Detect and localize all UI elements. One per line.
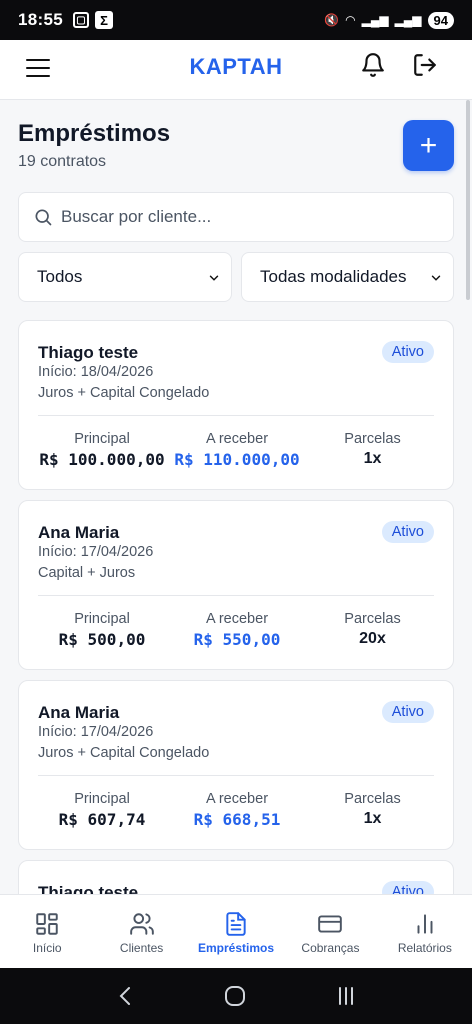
nav-item-clientes[interactable]: Clientes	[94, 895, 188, 968]
search-input[interactable]	[61, 207, 453, 227]
card-divider	[38, 775, 434, 776]
installments-value: 1x	[363, 450, 382, 467]
status-badge: Ativo	[381, 701, 434, 723]
loan-card[interactable]: Ana Maria Início: 17/04/2026 Juros + Cap…	[18, 680, 454, 850]
brand-logo: KAPTAH	[189, 54, 283, 79]
installments-value: 1x	[363, 810, 382, 827]
sigma-icon: Σ	[94, 11, 113, 29]
screenshot-icon: ▢	[72, 12, 89, 28]
back-icon[interactable]	[115, 984, 135, 1008]
principal-column: Principal R$ 100.000,00	[38, 431, 166, 469]
receivable-label: A receber	[205, 791, 269, 807]
principal-label: Principal	[74, 611, 130, 627]
receivable-label: A receber	[205, 431, 269, 447]
start-date: Início: 17/04/2026	[38, 544, 154, 560]
users-icon	[129, 913, 154, 935]
status-bar: 18:55 ▢ Σ 🔇 ◠ ▂▄▆ ▂▄▆ 94	[0, 0, 472, 40]
principal-label: Principal	[74, 431, 130, 447]
status-badge: Ativo	[381, 341, 434, 363]
loan-modality: Juros + Capital Congelado	[38, 385, 210, 401]
card-icon	[318, 915, 343, 933]
bar-chart-icon	[417, 914, 433, 934]
nav-label: Cobranças	[301, 941, 360, 955]
principal-column: Principal R$ 500,00	[38, 611, 166, 649]
signal-2-icon: ▂▄▆	[394, 13, 422, 27]
chevron-down-icon	[209, 275, 219, 281]
receivable-value: R$ 668,51	[193, 810, 281, 829]
page-title: Empréstimos	[18, 120, 171, 147]
app-header: KAPTAH	[0, 40, 472, 100]
status-badge: Ativo	[381, 521, 434, 543]
installments-label: Parcelas	[344, 431, 401, 447]
principal-column: Principal R$ 607,74	[38, 791, 166, 829]
nav-label: Empréstimos	[198, 941, 275, 955]
client-name: Ana Maria	[38, 703, 120, 722]
nav-item-inicio[interactable]: Início	[0, 895, 94, 968]
installments-label: Parcelas	[344, 791, 401, 807]
nav-item-cobrancas[interactable]: Cobranças	[283, 895, 377, 968]
receivable-column: A receber R$ 550,00	[174, 611, 300, 649]
nav-label: Início	[32, 941, 62, 955]
client-name: Thiago teste	[38, 343, 139, 362]
loan-card[interactable]: Thiago teste Início: 18/04/2026 Juros + …	[18, 320, 454, 490]
loan-card[interactable]: Ana Maria Início: 17/04/2026 Capital + J…	[18, 500, 454, 670]
installments-column: Parcelas 1x	[309, 431, 436, 468]
card-divider	[38, 415, 434, 416]
start-date: Início: 18/04/2026	[38, 364, 154, 380]
loan-modality: Capital + Juros	[38, 565, 136, 581]
principal-value: R$ 607,74	[58, 810, 146, 829]
principal-value: R$ 100.000,00	[39, 450, 165, 469]
logout-icon[interactable]	[412, 52, 438, 78]
status-filter-select[interactable]: Todos	[18, 252, 232, 302]
installments-value: 20x	[359, 630, 386, 647]
search-icon	[35, 209, 52, 226]
receivable-column: A receber R$ 110.000,00	[174, 431, 300, 469]
loan-modality: Juros + Capital Congelado	[38, 745, 210, 761]
chevron-down-icon	[431, 275, 441, 281]
search-box[interactable]	[18, 192, 454, 242]
start-date: Início: 17/04/2026	[38, 724, 154, 740]
status-filter-value: Todos	[37, 267, 83, 286]
modality-filter-value: Todas modalidades	[260, 267, 407, 286]
signal-icon: ▂▄▆	[361, 13, 389, 27]
bottom-nav: Início Clientes Empréstimos Cobranças Re…	[0, 894, 472, 968]
scrollbar[interactable]	[466, 100, 470, 300]
nav-item-relatorios[interactable]: Relatórios	[378, 895, 472, 968]
page-subtitle: 19 contratos	[18, 153, 107, 170]
installments-column: Parcelas 1x	[309, 791, 436, 828]
modality-filter-select[interactable]: Todas modalidades	[241, 252, 454, 302]
document-icon	[226, 912, 246, 936]
nav-item-emprestimos[interactable]: Empréstimos	[189, 895, 283, 968]
receivable-value: R$ 110.000,00	[174, 450, 300, 469]
card-divider	[38, 595, 434, 596]
installments-column: Parcelas 20x	[309, 611, 436, 648]
receivable-label: A receber	[205, 611, 269, 627]
installments-label: Parcelas	[344, 611, 401, 627]
wifi-icon: ◠	[345, 13, 356, 27]
client-name: Thiago teste	[38, 883, 139, 894]
client-name: Ana Maria	[38, 523, 120, 542]
mute-icon: 🔇	[324, 13, 340, 27]
bell-icon[interactable]	[360, 52, 386, 78]
loan-card[interactable]: Thiago teste Ativo	[18, 860, 454, 894]
recents-icon[interactable]	[335, 985, 357, 1007]
main-content: Empréstimos 19 contratos + Todos Todas m…	[0, 100, 472, 894]
nav-label: Clientes	[119, 941, 164, 955]
receivable-column: A receber R$ 668,51	[174, 791, 300, 829]
home-icon[interactable]	[224, 985, 246, 1007]
nav-label: Relatórios	[397, 941, 452, 955]
status-badge: Ativo	[381, 881, 434, 894]
grid-icon	[36, 913, 58, 935]
status-time: 18:55	[18, 10, 63, 29]
principal-label: Principal	[74, 791, 130, 807]
receivable-value: R$ 550,00	[193, 630, 281, 649]
principal-value: R$ 500,00	[58, 630, 146, 649]
system-nav-bar	[0, 968, 472, 1024]
add-loan-button[interactable]: +	[403, 120, 454, 171]
battery-indicator: 94	[427, 11, 454, 29]
